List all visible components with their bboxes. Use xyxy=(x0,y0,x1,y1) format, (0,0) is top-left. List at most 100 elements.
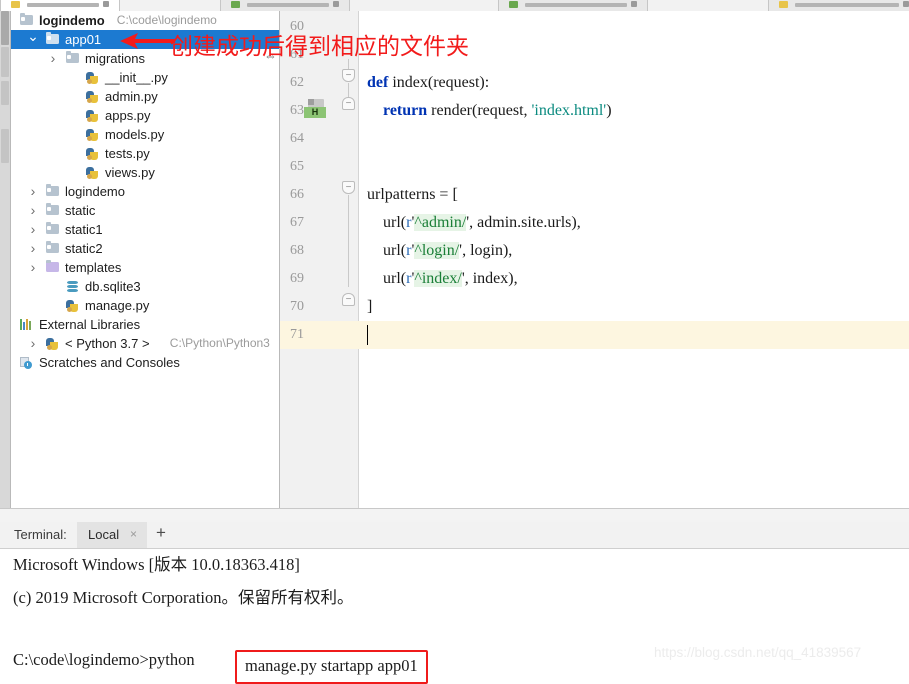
project-tool-window[interactable]: ⌄logindemoC:\code\logindemo⌄app01›migrat… xyxy=(11,11,280,508)
close-icon[interactable] xyxy=(333,1,339,7)
chevron-right-icon[interactable]: › xyxy=(27,220,39,239)
editor-tab-4[interactable] xyxy=(768,0,909,11)
editor-code-area[interactable]: def index(request): return render(reques… xyxy=(358,11,909,508)
code-editor[interactable]: 60 61 62 63 64 65 66 67 68 69 70 71− − − − H def index(… xyxy=(280,11,909,508)
terminal-tab-local[interactable]: Local × xyxy=(77,522,147,548)
chevron-right-icon[interactable]: › xyxy=(27,334,39,353)
tree-item-external-libraries[interactable]: ⌄ External Libraries xyxy=(11,314,279,334)
chevron-right-icon[interactable]: › xyxy=(27,258,39,277)
chevron-down-icon[interactable]: ⌄ xyxy=(27,29,39,49)
chevron-down-icon[interactable]: ⌄ xyxy=(11,314,13,334)
line-number-69: 69 xyxy=(290,271,304,286)
folder-icon xyxy=(45,239,61,258)
fold-marker-urlpatterns-end[interactable]: − xyxy=(342,293,355,306)
html-file-icon xyxy=(231,1,240,8)
tree-item-logindemo[interactable]: › logindemo xyxy=(11,182,279,201)
left-tool-strip[interactable] xyxy=(0,11,11,511)
close-icon[interactable] xyxy=(631,1,637,7)
code-token: render(request, xyxy=(427,102,532,119)
folder-icon xyxy=(45,182,61,201)
python-file-icon xyxy=(11,1,20,8)
text-caret xyxy=(367,325,368,345)
fold-marker-def-index[interactable]: − xyxy=(342,69,355,82)
tree-item-templates[interactable]: › templates xyxy=(11,258,279,277)
tree-item-python-3-7[interactable]: › < Python 3.7 > C:\Python\Python3 xyxy=(11,334,279,353)
code-line-68[interactable]: url(r'^login/', login), xyxy=(367,237,512,265)
tree-item-label: External Libraries xyxy=(39,317,141,332)
tree-item-apps-py[interactable]: apps.py xyxy=(11,106,279,125)
chevron-right-icon[interactable]: › xyxy=(27,182,39,201)
chevron-right-icon[interactable]: › xyxy=(47,49,59,68)
folder-icon xyxy=(45,201,61,220)
caret-line-highlight xyxy=(358,321,909,349)
close-icon[interactable]: × xyxy=(130,527,137,541)
line-number-64: 64 xyxy=(290,131,304,146)
code-token: ^login/ xyxy=(414,242,460,259)
database-icon xyxy=(65,277,81,296)
python-file-icon xyxy=(85,68,101,87)
chevron-right-icon[interactable]: › xyxy=(27,239,39,258)
editor-tab-2[interactable] xyxy=(220,0,350,11)
code-line-70[interactable]: ] xyxy=(367,293,372,321)
code-line-63[interactable]: return render(request, 'index.html') xyxy=(367,97,612,125)
watermark: https://blog.csdn.net/qq_41839567 xyxy=(654,645,862,660)
chevron-down-icon[interactable]: ⌄ xyxy=(11,11,13,30)
tree-item-label: static2 xyxy=(65,241,103,256)
add-terminal-tab-button[interactable]: + xyxy=(156,523,166,543)
python-file-icon xyxy=(85,144,101,163)
chevron-right-icon[interactable]: › xyxy=(27,201,39,220)
tree-item-tests-py[interactable]: tests.py xyxy=(11,144,279,163)
tree-item-db-sqlite3[interactable]: db.sqlite3 xyxy=(11,277,279,296)
tree-item-views-py[interactable]: views.py xyxy=(11,163,279,182)
editor-gutter[interactable]: 60 61 62 63 64 65 66 67 68 69 70 71− − − − H xyxy=(280,11,359,508)
fold-connector xyxy=(348,83,349,97)
highlighted-command: manage.py startapp app01 xyxy=(235,650,428,684)
terminal-header: Terminal: Local × + xyxy=(0,522,909,549)
tree-item-models-py[interactable]: models.py xyxy=(11,125,279,144)
fold-marker-urlpatterns[interactable]: − xyxy=(342,181,355,194)
code-token: def xyxy=(367,74,393,91)
code-token: , login), xyxy=(462,242,513,259)
code-line-69[interactable]: url(r'^index/', index), xyxy=(367,265,518,293)
code-line-67[interactable]: url(r'^admin/', admin.site.urls), xyxy=(367,209,581,237)
close-icon[interactable] xyxy=(103,1,109,7)
tree-item-static1[interactable]: › static1 xyxy=(11,220,279,239)
editor-tab-title xyxy=(247,3,329,7)
tree-item-static2[interactable]: › static2 xyxy=(11,239,279,258)
python-interpreter-icon xyxy=(45,334,61,353)
tree-item-label: admin.py xyxy=(105,89,158,104)
editor-tab-title xyxy=(525,3,627,7)
fold-marker-def-body-end[interactable]: − xyxy=(342,97,355,110)
terminal-tab-label: Local xyxy=(88,527,120,542)
folder-template-icon xyxy=(45,258,61,277)
python-file-icon xyxy=(85,87,101,106)
tool-window-divider[interactable] xyxy=(0,508,909,523)
editor-tab-3[interactable] xyxy=(498,0,648,11)
code-token: index(request): xyxy=(392,74,490,91)
tree-item-label: app01 xyxy=(65,32,102,47)
tool-window-button-1[interactable] xyxy=(1,11,9,45)
tool-window-button-4[interactable] xyxy=(1,129,9,163)
tree-item-manage-py[interactable]: manage.py xyxy=(11,296,279,315)
tree-item-admin-py[interactable]: admin.py xyxy=(11,87,279,106)
annotation-text: 创建成功后得到相应的文件夹 xyxy=(170,34,469,60)
code-line-62[interactable]: def index(request): xyxy=(367,69,489,97)
tree-item-label: < Python 3.7 > xyxy=(65,336,150,351)
pycharm-window: ⌄logindemoC:\code\logindemo⌄app01›migrat… xyxy=(0,0,909,684)
html-file-gutter-icon[interactable]: H xyxy=(304,99,326,119)
tool-window-button-2[interactable] xyxy=(1,47,9,77)
tree-item-label: __init__.py xyxy=(105,70,168,85)
tree-item-label: templates xyxy=(65,260,122,275)
scratches-icon xyxy=(19,353,35,372)
close-icon[interactable] xyxy=(903,1,909,7)
tree-item-scratches-and-consoles[interactable]: Scratches and Consoles xyxy=(11,353,279,372)
tree-item-label: static xyxy=(65,203,96,218)
code-token: urlpatterns = [ xyxy=(367,186,458,203)
tool-window-button-3[interactable] xyxy=(1,81,9,105)
code-line-66[interactable]: urlpatterns = [ xyxy=(367,181,458,209)
tree-item-init-py[interactable]: __init__.py xyxy=(11,68,279,87)
tree-item-static[interactable]: › static xyxy=(11,201,279,220)
folder-icon xyxy=(65,49,81,68)
code-token: ] xyxy=(367,298,373,315)
